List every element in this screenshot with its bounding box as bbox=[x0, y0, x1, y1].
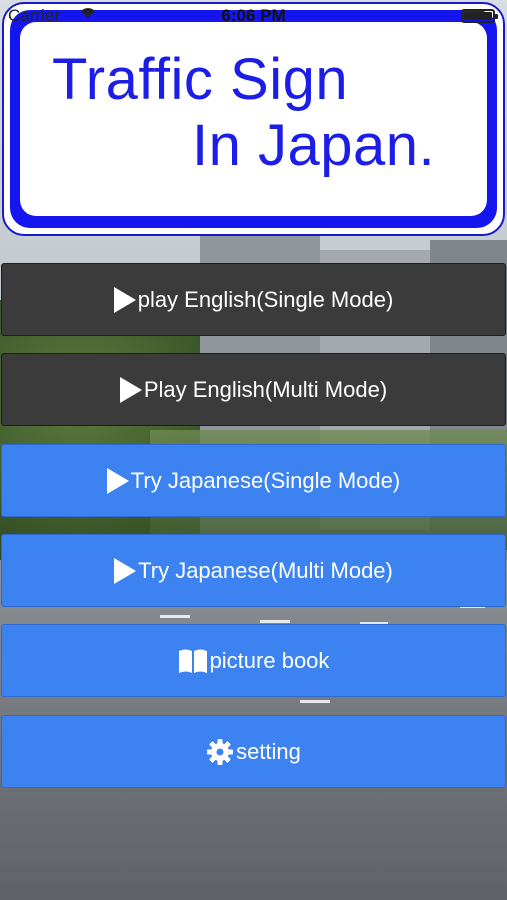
play-icon bbox=[113, 286, 136, 313]
button-label: picture book bbox=[209, 647, 330, 673]
try-japanese-single-button[interactable]: Try Japanese(Single Mode) bbox=[1, 444, 506, 517]
button-label: Play English(Multi Mode) bbox=[143, 376, 388, 402]
play-english-single-button[interactable]: play English(Single Mode) bbox=[1, 263, 506, 336]
battery-icon bbox=[461, 9, 498, 23]
picture-book-button[interactable]: picture book bbox=[1, 624, 506, 697]
clock: 6:06 PM bbox=[221, 6, 286, 25]
title-line-2: In Japan. bbox=[192, 113, 436, 178]
play-icon bbox=[106, 467, 129, 494]
button-label: setting bbox=[236, 738, 301, 764]
setting-button[interactable]: setting bbox=[1, 715, 506, 788]
title-sign: Traffic Sign In Japan. bbox=[2, 2, 505, 236]
title-line-1: Traffic Sign bbox=[52, 47, 349, 112]
play-icon bbox=[119, 376, 142, 403]
button-label: play English(Single Mode) bbox=[137, 286, 394, 312]
book-icon bbox=[178, 648, 208, 674]
play-english-multi-button[interactable]: Play English(Multi Mode) bbox=[1, 353, 506, 426]
gear-icon bbox=[206, 738, 234, 766]
button-label: Try Japanese(Multi Mode) bbox=[138, 557, 393, 583]
button-label: Try Japanese(Single Mode) bbox=[130, 467, 401, 493]
play-icon bbox=[114, 557, 137, 584]
try-japanese-multi-button[interactable]: Try Japanese(Multi Mode) bbox=[1, 534, 506, 607]
status-bar: Carrier 6:06 PM bbox=[0, 0, 507, 30]
